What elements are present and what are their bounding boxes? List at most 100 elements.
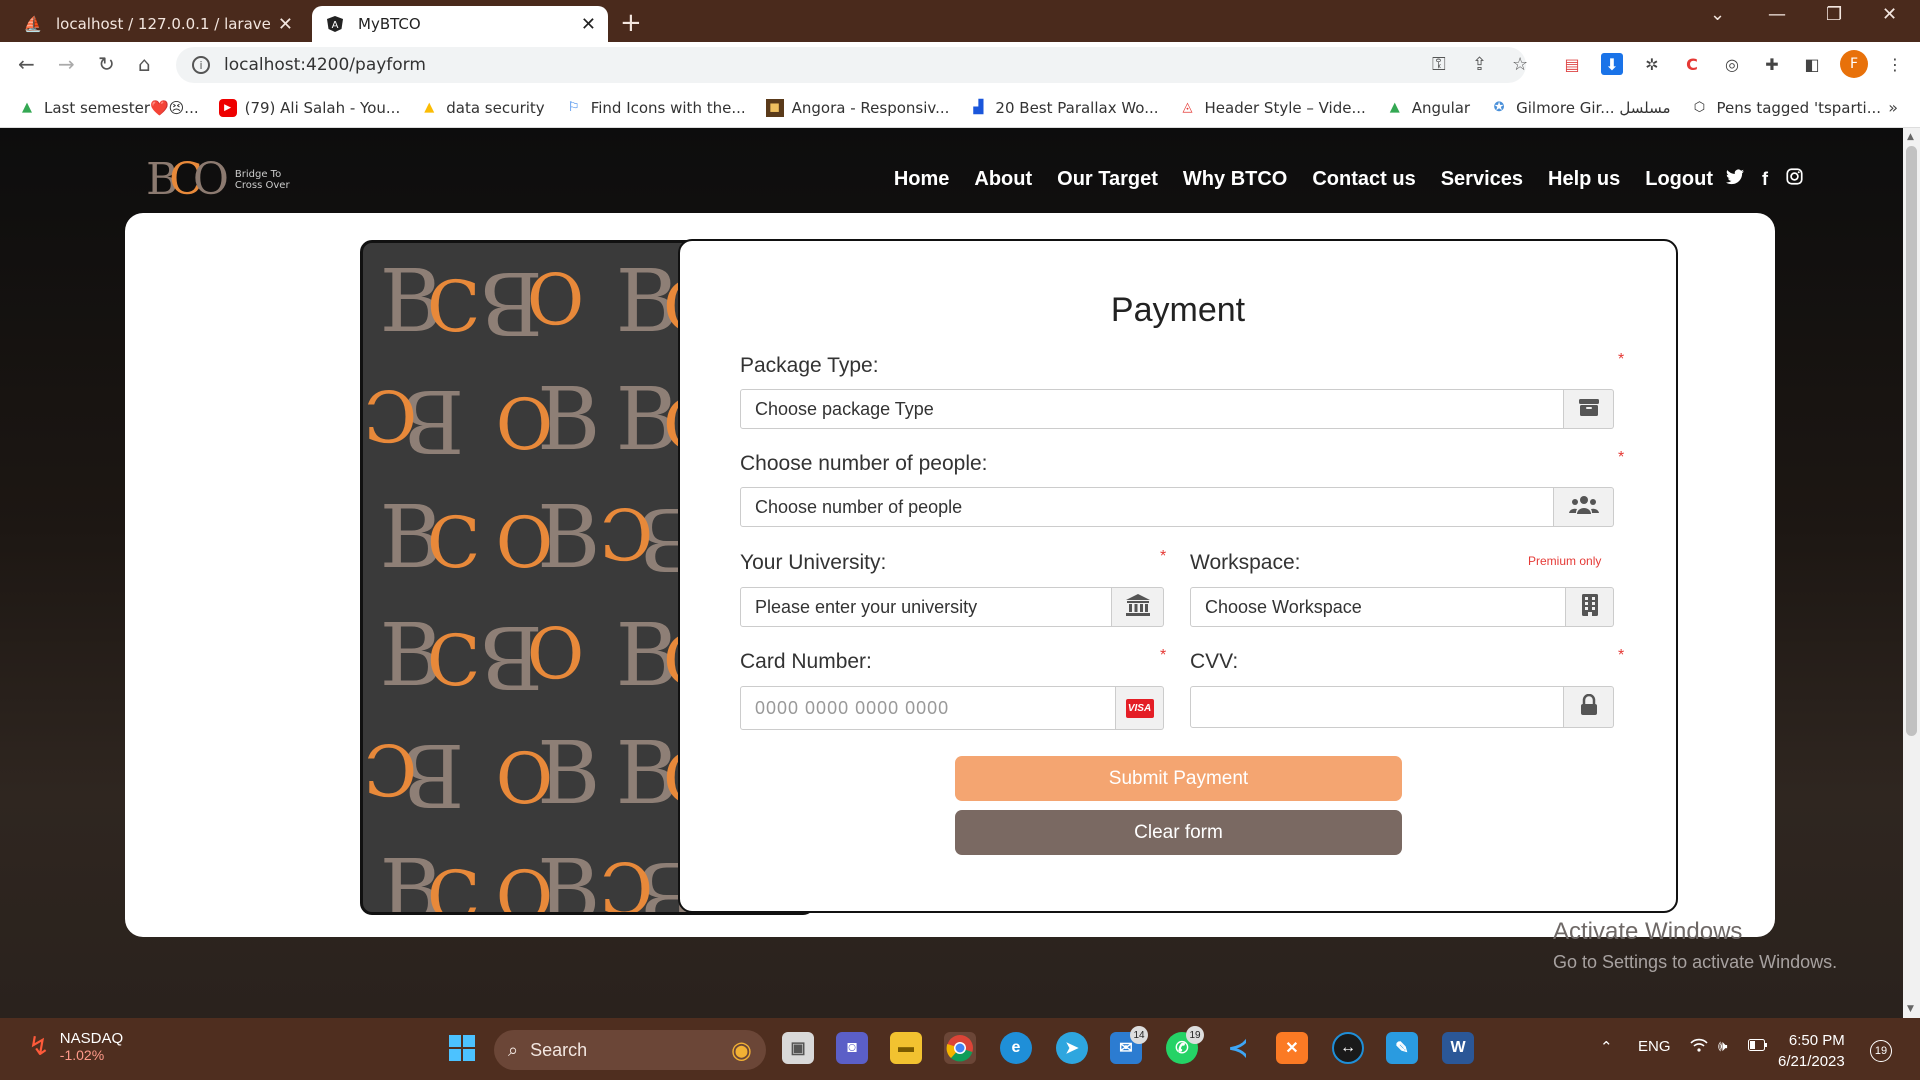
system-clock[interactable]: 6:50 PM 6/21/2023 bbox=[1778, 1030, 1845, 1072]
input-language[interactable]: ENG bbox=[1638, 1038, 1671, 1055]
close-tab-icon[interactable]: ✕ bbox=[278, 14, 293, 35]
university-input[interactable]: Please enter your university bbox=[740, 587, 1112, 627]
clear-form-button[interactable]: Clear form bbox=[955, 810, 1402, 855]
package-type-select[interactable]: Choose package Type bbox=[740, 389, 1564, 429]
close-tab-icon[interactable]: ✕ bbox=[581, 14, 596, 35]
bookmark-item[interactable]: ⬡ Pens tagged 'tsparti... bbox=[1690, 99, 1881, 117]
social-links: f bbox=[1726, 168, 1803, 190]
tab-search-icon[interactable]: ⌄ bbox=[1710, 4, 1725, 25]
scroll-down-icon[interactable]: ▼ bbox=[1907, 1004, 1914, 1014]
profile-avatar[interactable]: F bbox=[1840, 50, 1868, 78]
pattern-tile: OB bbox=[495, 370, 599, 470]
taskbar-search[interactable]: ⌕ Search ◉ bbox=[494, 1030, 766, 1070]
pattern-tile: OB bbox=[495, 724, 599, 824]
tab-title: localhost / 127.0.0.1 / laravelo / i bbox=[56, 15, 270, 33]
word-icon[interactable]: W bbox=[1442, 1032, 1474, 1064]
xampp-icon[interactable]: ✕ bbox=[1276, 1032, 1308, 1064]
required-mark: * bbox=[1618, 647, 1625, 664]
flag-icon: ⚐ bbox=[567, 100, 580, 115]
nav-home[interactable]: Home bbox=[894, 168, 950, 191]
search-icon: ⌕ bbox=[508, 1039, 519, 1060]
facebook-icon[interactable]: f bbox=[1762, 169, 1768, 190]
required-mark: * bbox=[1160, 647, 1167, 664]
submit-payment-button[interactable]: Submit Payment bbox=[955, 756, 1402, 801]
task-view-icon[interactable]: ▣ bbox=[782, 1032, 814, 1064]
bookmark-item[interactable]: ▲ Last semester❤️😣... bbox=[18, 99, 199, 117]
address-bar[interactable]: i localhost:4200/payform bbox=[176, 47, 1526, 83]
search-highlight-icon: ◉ bbox=[731, 1036, 752, 1064]
page-scrollbar[interactable]: ▲ ▼ bbox=[1903, 128, 1920, 1018]
wifi-icon[interactable] bbox=[1690, 1038, 1708, 1056]
svg-text:A: A bbox=[332, 20, 339, 31]
nav-services[interactable]: Services bbox=[1441, 168, 1523, 191]
paint-icon[interactable]: ✎ bbox=[1386, 1032, 1418, 1064]
nav-why-btco[interactable]: Why BTCO bbox=[1183, 168, 1287, 191]
share-icon[interactable]: ⇪ bbox=[1472, 54, 1487, 75]
cvv-input[interactable] bbox=[1190, 686, 1564, 728]
new-tab-button[interactable]: + bbox=[620, 8, 642, 38]
workspace-select[interactable]: Choose Workspace bbox=[1190, 587, 1566, 627]
site-logo[interactable]: BCO Bridge To Cross Over bbox=[146, 158, 290, 202]
bookmark-item[interactable]: ▲ Angular bbox=[1386, 99, 1470, 117]
url-text: localhost:4200/payform bbox=[224, 55, 426, 75]
extension-download-icon[interactable]: ⬇ bbox=[1601, 53, 1623, 75]
teams-chat-icon[interactable]: ◙ bbox=[836, 1032, 868, 1064]
tab-mybtco[interactable]: A MyBTCO ✕ bbox=[312, 6, 608, 42]
stock-change: -1.02% bbox=[59, 1047, 105, 1063]
battery-icon[interactable] bbox=[1748, 1038, 1768, 1055]
bookmark-item[interactable]: ◬ Header Style – Vide... bbox=[1179, 99, 1366, 117]
bookmarks-bar: ▲ Last semester❤️😣... ▶ (79) Ali Salah - Y… bbox=[0, 88, 1920, 128]
extension-c-icon[interactable]: C bbox=[1681, 53, 1703, 75]
reload-icon[interactable]: ↻ bbox=[98, 52, 115, 76]
teamviewer-icon[interactable]: ↔ bbox=[1332, 1032, 1364, 1064]
close-window-button[interactable]: ✕ bbox=[1882, 4, 1897, 25]
extension-bug-icon[interactable]: ✲ bbox=[1641, 53, 1663, 75]
file-explorer-icon[interactable]: ▬ bbox=[890, 1032, 922, 1064]
scroll-up-icon[interactable]: ▲ bbox=[1907, 132, 1914, 142]
minimize-button[interactable]: — bbox=[1768, 4, 1786, 25]
tab-phpmyadmin[interactable]: ⛵ localhost / 127.0.0.1 / laravelo / i ✕ bbox=[10, 6, 305, 42]
home-icon[interactable]: ⌂ bbox=[138, 52, 151, 76]
twitter-icon[interactable] bbox=[1726, 168, 1744, 190]
nav-help-us[interactable]: Help us bbox=[1548, 168, 1620, 191]
scroll-thumb[interactable] bbox=[1906, 146, 1917, 736]
notification-badge[interactable]: 19 bbox=[1870, 1040, 1892, 1062]
card-number-label: Card Number: bbox=[740, 650, 872, 673]
university-label: Your University: bbox=[740, 551, 887, 574]
bookmark-item[interactable]: ✪ Gilmore Gir... مسلسل bbox=[1490, 99, 1671, 117]
vscode-icon[interactable]: ≺ bbox=[1222, 1032, 1254, 1064]
show-hidden-icons[interactable]: ⌃ bbox=[1600, 1038, 1613, 1056]
key-icon[interactable]: ⚿ bbox=[1432, 54, 1446, 75]
stock-widget[interactable]: ↯ NASDAQ -1.02% bbox=[28, 1030, 123, 1063]
forward-icon[interactable]: → bbox=[58, 52, 75, 76]
nav-about[interactable]: About bbox=[974, 168, 1032, 191]
extensions-puzzle-icon[interactable]: ✚ bbox=[1761, 53, 1783, 75]
nav-logout[interactable]: Logout bbox=[1645, 168, 1713, 191]
bookmark-star-icon[interactable]: ☆ bbox=[1512, 54, 1528, 75]
extension-calendar-icon[interactable]: ▤ bbox=[1561, 53, 1583, 75]
bookmark-item[interactable]: ▶ (79) Ali Salah - You... bbox=[218, 98, 400, 117]
nav-contact-us[interactable]: Contact us bbox=[1312, 168, 1415, 191]
site-info-icon[interactable]: i bbox=[192, 56, 210, 74]
restore-button[interactable]: ❐ bbox=[1826, 4, 1842, 25]
card-number-input[interactable]: 0000 0000 0000 0000 bbox=[740, 686, 1116, 730]
chrome-icon[interactable] bbox=[944, 1032, 976, 1064]
bookmark-item[interactable]: ⚐ Find Icons with the... bbox=[565, 99, 746, 117]
instagram-icon[interactable] bbox=[1786, 168, 1803, 190]
back-icon[interactable]: ← bbox=[18, 52, 35, 76]
extension-circle-icon[interactable]: ◎ bbox=[1721, 53, 1743, 75]
nav-our-target[interactable]: Our Target bbox=[1057, 168, 1158, 191]
box-icon bbox=[1578, 397, 1600, 422]
bookmark-item[interactable]: ▟ 20 Best Parallax Wo... bbox=[969, 99, 1158, 117]
browser-menu-icon[interactable]: ⋮ bbox=[1884, 53, 1906, 75]
side-panel-icon[interactable]: ◧ bbox=[1801, 53, 1823, 75]
pattern-tile: OB bbox=[495, 842, 599, 915]
windows-start-icon[interactable] bbox=[446, 1032, 478, 1064]
edge-icon[interactable]: e bbox=[1000, 1032, 1032, 1064]
bookmark-item[interactable]: ▲ data security bbox=[420, 99, 544, 117]
telegram-icon[interactable]: ➤ bbox=[1056, 1032, 1088, 1064]
people-select[interactable]: Choose number of people bbox=[740, 487, 1554, 527]
bookmark-item[interactable]: ◼ Angora - Responsiv... bbox=[765, 98, 949, 117]
more-bookmarks-icon[interactable]: » bbox=[1888, 98, 1898, 117]
volume-icon[interactable]: 🕪 bbox=[1718, 1038, 1727, 1055]
